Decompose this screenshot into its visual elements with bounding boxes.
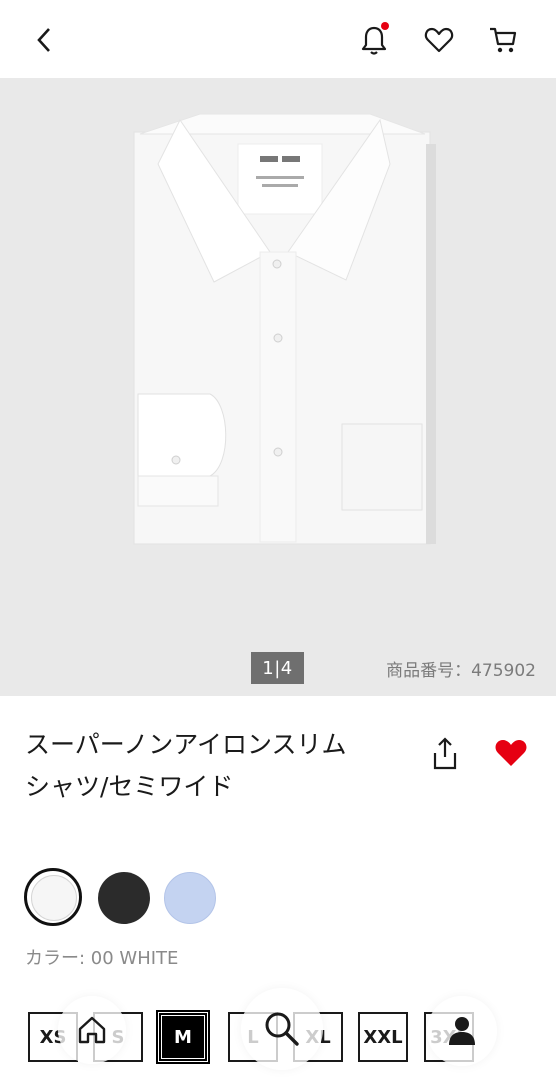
color-swatch-white[interactable] (24, 868, 82, 926)
nav-home-button[interactable] (58, 996, 126, 1064)
favorite-button[interactable] (494, 738, 528, 768)
product-shirt-image (133, 113, 436, 545)
wishlist-button[interactable] (421, 22, 457, 58)
color-swatch-blue[interactable] (164, 872, 216, 924)
back-icon (37, 28, 50, 52)
top-bar (0, 0, 556, 78)
size-option-m[interactable]: M (156, 1010, 210, 1064)
page-separator: | (274, 657, 281, 679)
back-button[interactable] (26, 22, 62, 58)
product-code: 商品番号：475902 (386, 660, 536, 681)
notification-dot (381, 22, 389, 30)
notifications-button[interactable] (356, 22, 392, 58)
page-total: 4 (280, 657, 293, 679)
filled-heart-icon (495, 740, 527, 766)
nav-search-button[interactable] (241, 988, 323, 1070)
search-icon (265, 1012, 299, 1046)
cart-icon (490, 27, 517, 53)
page-current: 1 (262, 657, 275, 679)
cart-button[interactable] (485, 22, 521, 58)
product-title: スーパーノンアイロンスリム シャツ/セミワイド (25, 724, 405, 808)
account-icon (449, 1017, 475, 1045)
product-title-line1: スーパーノンアイロンスリム (25, 730, 347, 759)
heart-icon (424, 27, 454, 53)
color-label: カラー: 00 WHITE (25, 948, 179, 969)
share-button[interactable] (430, 737, 460, 771)
product-image-gallery[interactable]: 1 | 4 商品番号：475902 (0, 78, 556, 696)
share-icon (433, 737, 457, 770)
home-icon (78, 1016, 106, 1044)
product-title-line2: シャツ/セミワイド (25, 772, 234, 801)
color-swatch-black[interactable] (98, 872, 150, 924)
nav-account-button[interactable] (427, 996, 497, 1066)
size-option-xxl[interactable]: XXL (358, 1012, 408, 1062)
image-page-indicator: 1 | 4 (251, 652, 304, 684)
